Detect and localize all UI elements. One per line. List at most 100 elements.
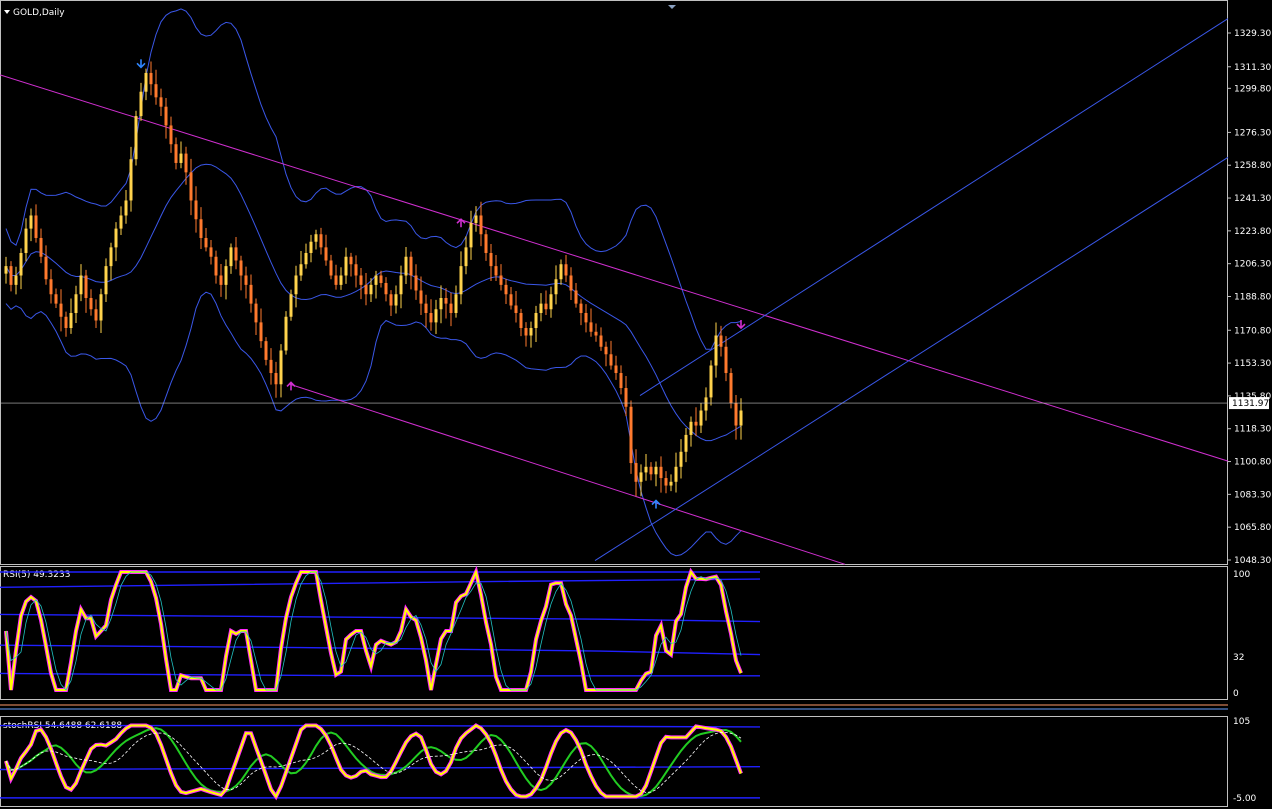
- candle: [99, 288, 103, 333]
- candle: [179, 141, 183, 169]
- candle: [449, 292, 453, 327]
- candle: [194, 186, 198, 233]
- candle: [39, 228, 43, 264]
- candle: [384, 277, 388, 302]
- candle: [314, 229, 318, 250]
- candle: [124, 189, 128, 224]
- price-tick-label: 1241.30: [1234, 194, 1271, 204]
- candle: [724, 336, 728, 382]
- candle: [589, 308, 593, 337]
- candle: [489, 243, 493, 282]
- price-tick-label: 1048.30: [1234, 556, 1271, 566]
- candle: [149, 61, 153, 96]
- candle: [394, 285, 398, 314]
- candle: [604, 341, 608, 367]
- candle: [634, 449, 638, 497]
- candle: [189, 158, 193, 216]
- candle: [499, 264, 503, 291]
- candle: [544, 290, 548, 316]
- candle: [264, 337, 268, 366]
- price-tick-label: 1188.80: [1234, 293, 1271, 303]
- candle: [119, 206, 123, 236]
- candle: [674, 452, 678, 493]
- price-tick-label: 1223.80: [1234, 227, 1271, 237]
- bollinger-upper: [5, 8, 742, 350]
- dropdown-triangle-icon[interactable]: [4, 10, 10, 14]
- rsi-panel-frame: [0, 566, 1228, 700]
- candle: [699, 403, 703, 434]
- candle: [639, 464, 643, 497]
- candle: [64, 311, 68, 337]
- price-tick-label: 1299.80: [1234, 84, 1271, 94]
- candle: [244, 266, 248, 299]
- price-tick-label: 1153.30: [1234, 359, 1271, 369]
- candle: [354, 255, 358, 288]
- candle: [514, 290, 518, 323]
- candle: [134, 110, 138, 166]
- price-tick-label: 1135.80: [1234, 392, 1271, 402]
- symbol-label: GOLD,Daily: [13, 8, 65, 18]
- candle: [734, 395, 738, 440]
- candle: [89, 289, 93, 316]
- rising-channel-1: [639, 18, 1229, 396]
- candle: [224, 259, 228, 300]
- rsi-tick-0: 0: [1233, 689, 1239, 699]
- candle: [319, 227, 323, 255]
- candle: [49, 269, 53, 304]
- candle: [689, 416, 693, 447]
- candle: [159, 88, 163, 117]
- candle: [304, 243, 308, 269]
- fractal-arrow-icon: [736, 320, 746, 330]
- candle: [9, 261, 13, 292]
- candle: [44, 245, 48, 285]
- candle: [729, 368, 733, 409]
- candle: [139, 82, 143, 121]
- price-tick-label: 1311.30: [1234, 63, 1271, 73]
- candle: [664, 471, 668, 494]
- candle: [419, 276, 423, 316]
- candle: [324, 234, 328, 266]
- candle: [24, 218, 28, 262]
- stoch-axis: 105 -5.00: [1233, 717, 1257, 804]
- candle: [289, 289, 293, 321]
- price-axis: 1329.30 1311.30 1299.80 1276.30 1258.80 1241.…: [1228, 29, 1271, 566]
- candle: [704, 387, 708, 421]
- candle: [444, 288, 448, 319]
- candle: [684, 428, 688, 463]
- candle: [609, 340, 613, 370]
- candle: [579, 299, 583, 326]
- candle: [619, 365, 623, 395]
- candle: [574, 283, 578, 308]
- candle: [644, 454, 648, 481]
- candle: [424, 294, 428, 328]
- price-tick-label: 1329.30: [1234, 29, 1271, 39]
- candle: [339, 267, 343, 290]
- candle: [399, 265, 403, 309]
- candle: [504, 278, 508, 304]
- candle: [14, 266, 18, 295]
- candle: [34, 204, 38, 243]
- stoch-ma-line: [5, 732, 742, 793]
- candle: [254, 298, 258, 336]
- candle: [509, 286, 513, 310]
- candle: [649, 462, 653, 481]
- candle: [94, 299, 98, 328]
- candle: [349, 252, 353, 277]
- rsi-level-line: [0, 644, 761, 656]
- candle: [109, 242, 113, 281]
- candle: [259, 308, 263, 348]
- candle: [164, 98, 168, 139]
- candle: [389, 290, 393, 317]
- candle: [199, 207, 203, 249]
- channel-lower: [289, 383, 846, 565]
- candle: [464, 236, 468, 275]
- candle: [269, 348, 273, 385]
- price-chart[interactable]: GOLD,Daily 1131.97 1329.301311.301299.80…: [0, 0, 1272, 809]
- candle: [344, 247, 348, 284]
- candle: [739, 398, 743, 440]
- fractal-arrow-icon: [286, 381, 296, 391]
- scroll-marker-icon[interactable]: [668, 5, 676, 9]
- stochrsi-indicator: [0, 723, 761, 801]
- candle: [549, 286, 553, 318]
- price-tick-label: 1118.30: [1234, 425, 1271, 435]
